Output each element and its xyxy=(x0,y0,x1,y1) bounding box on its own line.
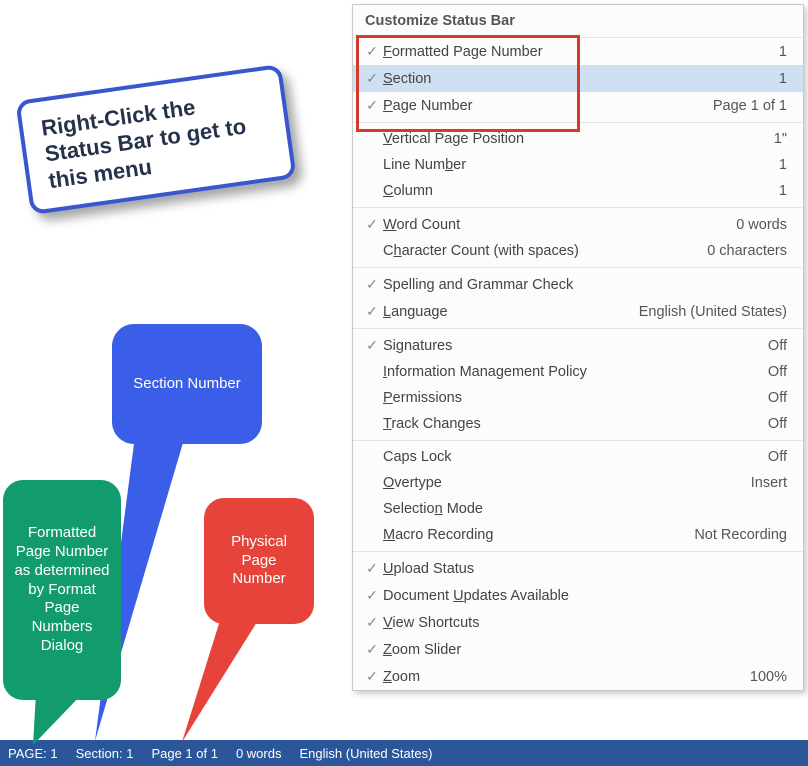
menu-item-value: Off xyxy=(768,390,787,406)
checkmark-icon: ✓ xyxy=(361,43,383,60)
menu-item[interactable]: Overtype Insert xyxy=(353,470,803,496)
menu-item-label: Permissions xyxy=(383,390,752,406)
menu-item-value: 1" xyxy=(774,131,787,147)
menu-item[interactable]: Selection Mode xyxy=(353,496,803,522)
status-words[interactable]: 0 words xyxy=(236,746,282,761)
checkmark-icon: ✓ xyxy=(361,303,383,320)
menu-item-label: Caps Lock xyxy=(383,449,752,465)
menu-item-value: Off xyxy=(768,416,787,432)
annotation-callout-physical-text: Physical Page Number xyxy=(214,533,304,589)
menu-item-label: Line Number xyxy=(383,157,763,173)
menu-item-label: Character Count (with spaces) xyxy=(383,243,691,259)
menu-item-label: Language xyxy=(383,304,623,320)
menu-item-value: Not Recording xyxy=(694,527,787,543)
status-language[interactable]: English (United States) xyxy=(299,746,432,761)
menu-item-label: Macro Recording xyxy=(383,527,678,543)
menu-item[interactable]: ✓Zoom 100% xyxy=(353,663,803,690)
menu-item-value: 0 characters xyxy=(707,243,787,259)
menu-item-label: Information Management Policy xyxy=(383,364,752,380)
menu-item[interactable]: Column 1 xyxy=(353,178,803,204)
menu-item-value: Off xyxy=(768,449,787,465)
checkmark-icon: ✓ xyxy=(361,587,383,604)
menu-item-value: 1 xyxy=(779,44,787,60)
menu-item-label: Zoom Slider xyxy=(383,642,771,658)
menu-item[interactable]: Line Number 1 xyxy=(353,152,803,178)
menu-item[interactable]: ✓Language English (United States) xyxy=(353,298,803,325)
menu-item[interactable]: ✓Formatted Page Number 1 xyxy=(353,38,803,65)
menu-item[interactable]: Caps Lock Off xyxy=(353,444,803,470)
checkmark-icon: ✓ xyxy=(361,560,383,577)
checkmark-icon: ✓ xyxy=(361,641,383,658)
menu-item-label: Section xyxy=(383,71,763,87)
annotation-callout-formatted-text: Formatted Page Number as determined by F… xyxy=(13,524,111,655)
menu-item-label: Selection Mode xyxy=(383,501,771,517)
menu-item[interactable]: ✓Page Number Page 1 of 1 xyxy=(353,92,803,119)
menu-item-value: 0 words xyxy=(736,217,787,233)
menu-separator xyxy=(353,551,803,552)
status-page[interactable]: PAGE: 1 xyxy=(8,746,58,761)
menu-item-value: Insert xyxy=(751,475,787,491)
menu-item-label: Track Changes xyxy=(383,416,752,432)
checkmark-icon: ✓ xyxy=(361,668,383,685)
status-bar[interactable]: PAGE: 1 Section: 1 Page 1 of 1 0 words E… xyxy=(0,740,808,766)
menu-item-label: Page Number xyxy=(383,98,697,114)
menu-separator xyxy=(353,122,803,123)
menu-item-label: Overtype xyxy=(383,475,735,491)
customize-status-bar-menu: Customize Status Bar ✓Formatted Page Num… xyxy=(352,4,804,691)
menu-item[interactable]: ✓Word Count 0 words xyxy=(353,211,803,238)
checkmark-icon: ✓ xyxy=(361,276,383,293)
menu-item-value: Off xyxy=(768,338,787,354)
menu-item[interactable]: ✓Zoom Slider xyxy=(353,636,803,663)
menu-separator xyxy=(353,328,803,329)
menu-item-value: 1 xyxy=(779,183,787,199)
menu-item-label: View Shortcuts xyxy=(383,615,771,631)
annotation-callout-section-text: Section Number xyxy=(133,375,241,394)
menu-item-label: Zoom xyxy=(383,669,734,685)
menu-item-label: Column xyxy=(383,183,763,199)
menu-item-value: 100% xyxy=(750,669,787,685)
checkmark-icon: ✓ xyxy=(361,97,383,114)
menu-item[interactable]: ✓Spelling and Grammar Check xyxy=(353,271,803,298)
checkmark-icon: ✓ xyxy=(361,614,383,631)
menu-item[interactable]: ✓Section 1 xyxy=(353,65,803,92)
menu-item-label: Vertical Page Position xyxy=(383,131,758,147)
menu-separator xyxy=(353,267,803,268)
menu-item[interactable]: Permissions Off xyxy=(353,385,803,411)
menu-item-value: Off xyxy=(768,364,787,380)
menu-item[interactable]: Vertical Page Position 1" xyxy=(353,126,803,152)
annotation-callout-formatted: Formatted Page Number as determined by F… xyxy=(3,480,121,700)
menu-separator xyxy=(353,440,803,441)
status-page-of[interactable]: Page 1 of 1 xyxy=(151,746,218,761)
menu-item[interactable]: Information Management Policy Off xyxy=(353,359,803,385)
menu-item-label: Upload Status xyxy=(383,561,771,577)
menu-title: Customize Status Bar xyxy=(353,5,803,38)
menu-item[interactable]: ✓Document Updates Available xyxy=(353,582,803,609)
menu-item-label: Document Updates Available xyxy=(383,588,771,604)
menu-item-value: 1 xyxy=(779,157,787,173)
menu-item-label: Spelling and Grammar Check xyxy=(383,277,771,293)
menu-item-label: Signatures xyxy=(383,338,752,354)
menu-item[interactable]: ✓View Shortcuts xyxy=(353,609,803,636)
menu-item-label: Word Count xyxy=(383,217,720,233)
status-section[interactable]: Section: 1 xyxy=(76,746,134,761)
menu-item[interactable]: Character Count (with spaces) 0 character… xyxy=(353,238,803,264)
menu-separator xyxy=(353,207,803,208)
menu-item[interactable]: Macro Recording Not Recording xyxy=(353,522,803,548)
menu-item-value: Page 1 of 1 xyxy=(713,98,787,114)
menu-item[interactable]: ✓Signatures Off xyxy=(353,332,803,359)
menu-item-value: English (United States) xyxy=(639,304,787,320)
checkmark-icon: ✓ xyxy=(361,70,383,87)
menu-item[interactable]: Track Changes Off xyxy=(353,411,803,437)
menu-item-label: Formatted Page Number xyxy=(383,44,763,60)
annotation-callout-physical: Physical Page Number xyxy=(204,498,314,624)
checkmark-icon: ✓ xyxy=(361,337,383,354)
annotation-callout-section: Section Number xyxy=(112,324,262,444)
menu-item[interactable]: ✓Upload Status xyxy=(353,555,803,582)
checkmark-icon: ✓ xyxy=(361,216,383,233)
menu-item-value: 1 xyxy=(779,71,787,87)
